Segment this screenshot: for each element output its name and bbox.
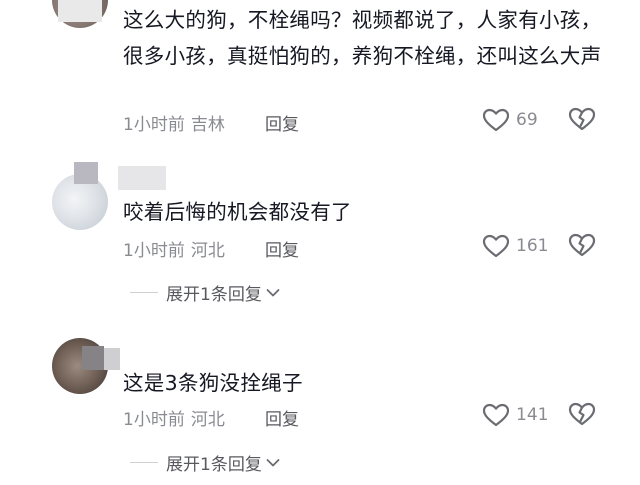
like-count: 141 [516, 405, 549, 425]
expand-replies-button[interactable]: 展开1条回复 [130, 450, 280, 475]
dislike-button[interactable] [568, 233, 596, 261]
comment-meta: 1小时前 河北 回复 [123, 405, 299, 430]
comment-meta: 1小时前 河北 回复 [123, 236, 299, 261]
reply-button[interactable]: 回复 [265, 110, 299, 135]
username-redacted-block [118, 166, 166, 190]
expand-replies-label: 展开1条回复 [166, 455, 262, 475]
comment-meta: 1小时前 吉林 回复 [123, 110, 299, 135]
broken-heart-icon [568, 402, 596, 426]
dislike-button[interactable] [568, 107, 596, 135]
broken-heart-icon [568, 107, 596, 131]
reply-button[interactable]: 回复 [265, 405, 299, 430]
avatar-redacted-block [74, 162, 98, 184]
heart-outline-icon [482, 403, 510, 427]
like-count: 161 [516, 236, 549, 256]
expand-replies-button[interactable]: 展开1条回复 [130, 280, 280, 305]
comment-location: 河北 [190, 410, 225, 430]
username-redacted-block [104, 348, 120, 370]
chevron-down-icon [266, 288, 280, 296]
divider-line [130, 292, 158, 293]
like-button[interactable]: 161 [482, 233, 548, 259]
like-button[interactable]: 141 [482, 402, 548, 428]
chevron-down-icon [266, 458, 280, 466]
heart-outline-icon [482, 234, 510, 258]
comment-text: 咬着后悔的机会都没有了 [123, 200, 352, 224]
dislike-button[interactable] [568, 402, 596, 430]
like-count: 69 [516, 110, 538, 130]
heart-outline-icon [482, 108, 510, 132]
comment-location: 河北 [190, 241, 225, 261]
username-redacted-block [58, 0, 102, 22]
comment-text: 这么大的狗，不栓绳吗？视频都说了，人家有小孩，很多小孩，真挺怕狗的，养狗不栓绳，… [123, 8, 602, 68]
avatar-redacted-block [82, 346, 104, 370]
broken-heart-icon [568, 233, 596, 257]
comment-location: 吉林 [190, 115, 225, 135]
comment-time: 1小时前 [123, 241, 185, 261]
reply-button[interactable]: 回复 [265, 236, 299, 261]
divider-line [130, 462, 158, 463]
comment-text: 这是3条狗没拴绳子 [123, 371, 303, 395]
expand-replies-label: 展开1条回复 [166, 285, 262, 305]
comment-time: 1小时前 [123, 115, 185, 135]
like-button[interactable]: 69 [482, 107, 538, 133]
comment-time: 1小时前 [123, 410, 185, 430]
